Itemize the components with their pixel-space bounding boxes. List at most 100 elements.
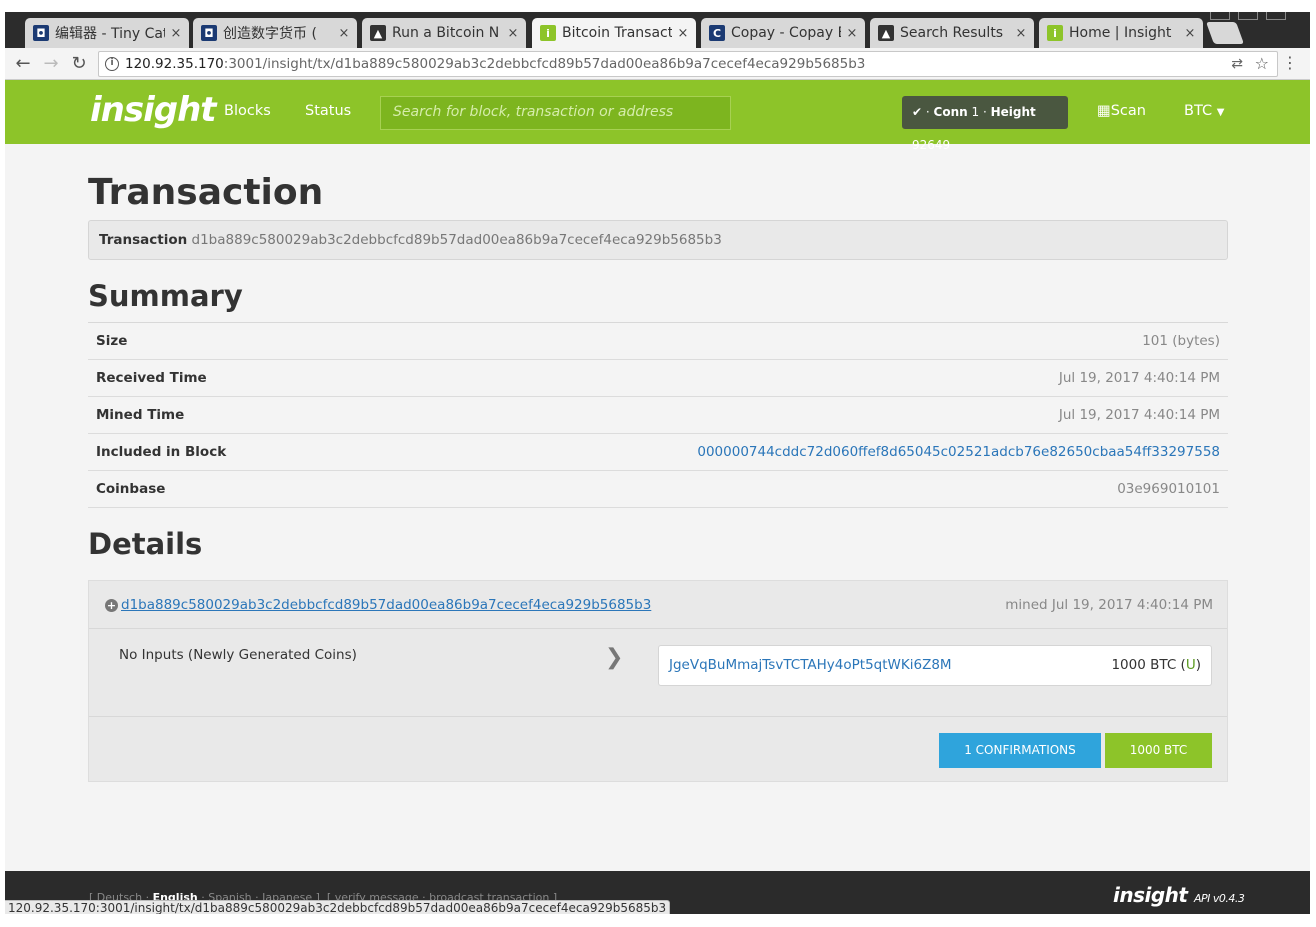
menu-dots-icon[interactable]: ⋮ [1282,53,1298,72]
tab-title: 创造数字货币 ( [223,26,317,42]
link-status-bar: 120.92.35.170:3001/insight/tx/d1ba889c58… [5,900,671,914]
maximize-button[interactable] [1238,12,1258,20]
conn-label: Conn [933,105,968,119]
bookmark-star-icon[interactable]: ☆ [1255,52,1269,76]
connection-status-badge: ✔ · Conn 1 · Height 92649 [902,96,1068,152]
reload-icon[interactable]: ↻ [67,52,91,76]
browser-tab[interactable]: ◘ 创造数字货币 ( × [193,18,357,48]
tab-favicon-icon: i [540,25,556,41]
summary-label: Mined Time [96,407,185,423]
summary-label: Size [96,333,128,349]
tab-close-icon[interactable]: × [845,26,859,41]
minimize-button[interactable] [1210,12,1230,20]
currency-label: BTC [1184,103,1213,119]
tab-favicon-icon: ▲ [370,25,386,41]
tab-title: Copay - Copay B [731,25,841,41]
output-amount: 1000 BTC (U) [1111,657,1201,673]
browser-tab[interactable]: ▲ Run a Bitcoin N × [362,18,526,48]
tab-strip: ◘ 编辑器 - Tiny Cat × ◘ 创造数字货币 (× ▲ Run a Bitcoin… [5,12,1310,48]
summary-title: Summary [88,279,243,313]
page-viewport: insight Blocks Status Search for block, … [5,80,1310,914]
page-title: Transaction [88,172,324,213]
currency-dropdown[interactable]: BTC ▼ [1184,103,1224,119]
summary-row: Coinbase 03e969010101 [88,471,1228,508]
tab-close-icon[interactable]: × [506,26,520,41]
transaction-label: Transaction [99,232,188,248]
detail-divider [89,716,1227,717]
tab-close-icon[interactable]: × [337,26,351,41]
scan-button[interactable]: ▦Scan [1097,103,1146,119]
block-hash-link[interactable]: 000000744cddc72d060ffef8d65045c02521adcb… [697,444,1220,460]
summary-label: Received Time [96,370,207,386]
summary-table: Size 101 (bytes) Received Time Jul 19, 2017… [88,322,1228,508]
tab-favicon-icon: i [1047,25,1063,41]
nav-status-link[interactable]: Status [305,103,351,119]
tab-title: Home | Insight [1069,25,1172,41]
insight-logo[interactable]: insight [90,90,217,130]
transaction-id-box: Transaction d1ba889c580029ab3c2debbcfcd8… [88,220,1228,260]
api-version: API v0.4.3 [1193,892,1245,905]
qr-code-icon: ▦ [1097,103,1111,119]
expand-plus-icon[interactable]: + [105,599,118,612]
browser-window: ◘ 编辑器 - Tiny Cat × ◘ 创造数字货币 (× ▲ Run a Bitcoin… [5,12,1310,914]
output-address-link[interactable]: JgeVqBuMmajTsvTCTAHy4oPt5qtWKi6Z8M [669,657,952,673]
summary-label: Included in Block [96,444,227,460]
browser-tab[interactable]: i Bitcoin Transact × [532,18,696,48]
tab-favicon-icon: ◘ [201,25,217,41]
mined-time: mined Jul 19, 2017 4:40:14 PM [1005,597,1213,613]
new-tab-button[interactable] [1205,22,1245,44]
forward-arrow-icon[interactable]: → [39,52,63,76]
height-label: Height [990,105,1036,119]
details-title: Details [88,527,203,561]
close-window-button[interactable] [1266,12,1286,20]
no-inputs-label: No Inputs (Newly Generated Coins) [119,647,357,663]
check-icon: ✔ [912,105,923,119]
caret-down-icon: ▼ [1216,107,1225,118]
summary-row: Mined Time Jul 19, 2017 4:40:14 PM [88,397,1228,434]
browser-tab[interactable]: i Home | Insight × [1039,18,1203,48]
transaction-id: d1ba889c580029ab3c2debbcfcd89b57dad00ea8… [191,232,722,248]
tab-title: Search Results [900,25,1004,41]
tab-close-icon[interactable]: × [169,26,183,41]
browser-toolbar: ← → ↻ i 120.92.35.170:3001/insight/tx/d1… [5,48,1310,80]
tab-favicon-icon: ▲ [878,25,894,41]
address-bar[interactable]: i 120.92.35.170:3001/insight/tx/d1ba889c… [98,51,1278,77]
tab-close-icon[interactable]: × [1183,26,1197,41]
nav-blocks-link[interactable]: Blocks [224,103,271,119]
url-path: :3001/insight/tx/d1ba889c580029ab3c2debb… [223,56,866,72]
confirmations-button[interactable]: 1 CONFIRMATIONS [939,733,1101,768]
detail-tx-link[interactable]: d1ba889c580029ab3c2debbcfcd89b57dad00ea8… [121,597,651,613]
search-input[interactable]: Search for block, transaction or address [380,96,731,130]
summary-value: 03e969010101 [1117,481,1220,497]
output-row: JgeVqBuMmajTsvTCTAHy4oPt5qtWKi6Z8M 1000 … [658,645,1212,686]
summary-row: Included in Block 000000744cddc72d060ffef… [88,434,1228,471]
browser-tab[interactable]: ◘ 编辑器 - Tiny Cat × [25,18,189,48]
scan-label: Scan [1110,103,1146,119]
output-amount-value: 1000 BTC [1111,657,1177,673]
summary-value: Jul 19, 2017 4:40:14 PM [1058,370,1220,386]
transaction-detail-panel: + d1ba889c580029ab3c2debbcfcd89b57dad00e… [88,580,1228,782]
chevron-right-icon: ❯ [605,645,624,670]
summary-value: 101 (bytes) [1142,333,1220,349]
site-navbar: insight Blocks Status Search for block, … [5,80,1310,152]
tab-title: 编辑器 - Tiny Cat [55,26,165,42]
summary-label: Coinbase [96,481,166,497]
browser-tab[interactable]: ▲ Search Results × [870,18,1034,48]
tab-close-icon[interactable]: × [676,26,690,41]
height-value: 92649 [912,138,951,152]
unspent-flag: U [1185,657,1196,673]
total-amount-button[interactable]: 1000 BTC [1105,733,1212,768]
translate-icon[interactable]: ⇄ [1231,52,1243,76]
tab-title: Run a Bitcoin N [392,25,500,41]
back-arrow-icon[interactable]: ← [11,52,35,76]
tab-title: Bitcoin Transact [562,25,672,41]
detail-header: + d1ba889c580029ab3c2debbcfcd89b57dad00e… [89,581,1227,629]
browser-tab[interactable]: C Copay - Copay B × [701,18,865,48]
summary-row: Size 101 (bytes) [88,323,1228,360]
tab-favicon-icon: C [709,25,725,41]
conn-value: 1 [971,105,980,119]
footer-logo-text: insight [1113,883,1188,907]
info-icon[interactable]: i [105,57,119,71]
summary-row: Received Time Jul 19, 2017 4:40:14 PM [88,360,1228,397]
tab-close-icon[interactable]: × [1014,26,1028,41]
